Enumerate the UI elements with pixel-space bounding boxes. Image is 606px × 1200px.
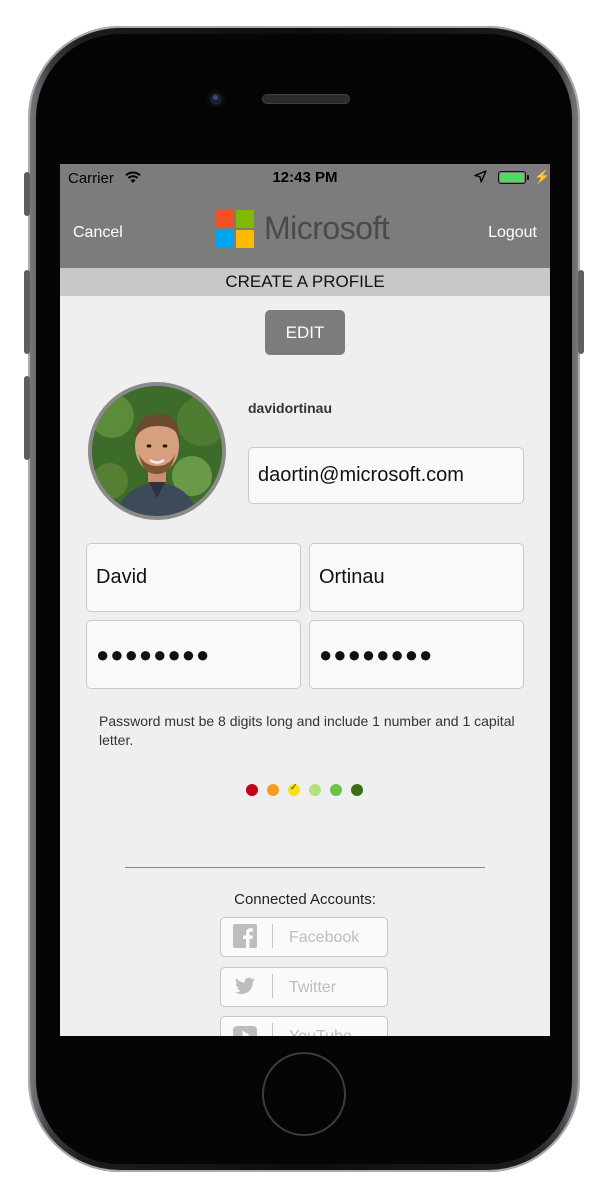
confirm-password-field[interactable]: ●●●●●●●● [309,620,524,689]
button-separator [272,1023,273,1036]
password-field[interactable]: ●●●●●●●● [86,620,301,689]
password-hint: Password must be 8 digits long and inclu… [99,713,515,748]
battery-level [500,173,524,182]
app-screen: Carrier 12:43 PM ⚡ Cancel Microsoft Logo… [60,164,550,1036]
logo-wordmark: Microsoft [264,210,390,246]
strength-dot-selected: ✓ [288,782,300,796]
youtube-label: YouTube [289,1028,352,1036]
strength-dot [330,784,342,796]
twitter-label: Twitter [289,979,337,996]
battery-tip [527,175,529,180]
cancel-button[interactable]: Cancel [73,224,123,242]
button-separator [272,974,273,998]
email-field[interactable]: daortin@microsoft.com [248,447,524,504]
divider [125,867,485,868]
connected-accounts-title: Connected Accounts: [234,891,376,908]
last-name-value: Ortinau [319,566,385,588]
button-separator [272,924,273,948]
password-value: ●●●●●●●● [96,641,211,667]
page-title: CREATE A PROFILE [60,268,550,296]
facebook-label: Facebook [289,929,360,946]
strength-dot [309,784,321,796]
volume-down-button [24,376,30,460]
charging-bolt-icon: ⚡ [534,169,550,184]
strength-dot [351,784,363,796]
facebook-button[interactable]: Facebook [220,917,388,957]
last-name-field[interactable]: Ortinau [309,543,524,612]
first-name-field[interactable]: David [86,543,301,612]
logout-button[interactable]: Logout [488,224,537,242]
logo-square-red [216,210,234,228]
microsoft-logo: Microsoft [216,210,398,250]
confirm-password-value: ●●●●●●●● [319,641,434,667]
home-button[interactable] [262,1052,346,1136]
youtube-button[interactable]: YouTube [220,1016,388,1036]
strength-dot [267,784,279,796]
logo-square-blue [216,230,234,248]
earpiece-speaker [262,94,350,104]
logo-square-green [236,210,254,228]
facebook-icon [233,924,257,948]
twitter-button[interactable]: Twitter [220,967,388,1007]
volume-up-button [24,270,30,354]
email-value: daortin@microsoft.com [258,464,464,486]
location-arrow-icon [474,170,487,187]
username-label: davidortinau [248,400,333,416]
avatar[interactable] [88,382,226,520]
battery-icon [498,171,526,184]
first-name-value: David [96,566,148,588]
navigation-bar: Carrier 12:43 PM ⚡ Cancel Microsoft Logo… [60,164,550,268]
power-button [578,270,584,354]
edit-button[interactable]: EDIT [265,310,345,355]
mute-switch [24,172,30,216]
youtube-icon [233,1023,257,1036]
front-camera [207,90,225,108]
logo-square-yellow [236,230,254,248]
checkmark-icon: ✓ [290,782,298,792]
strength-dot [246,784,258,796]
twitter-icon [233,974,257,998]
status-bar: Carrier 12:43 PM ⚡ [60,164,550,192]
